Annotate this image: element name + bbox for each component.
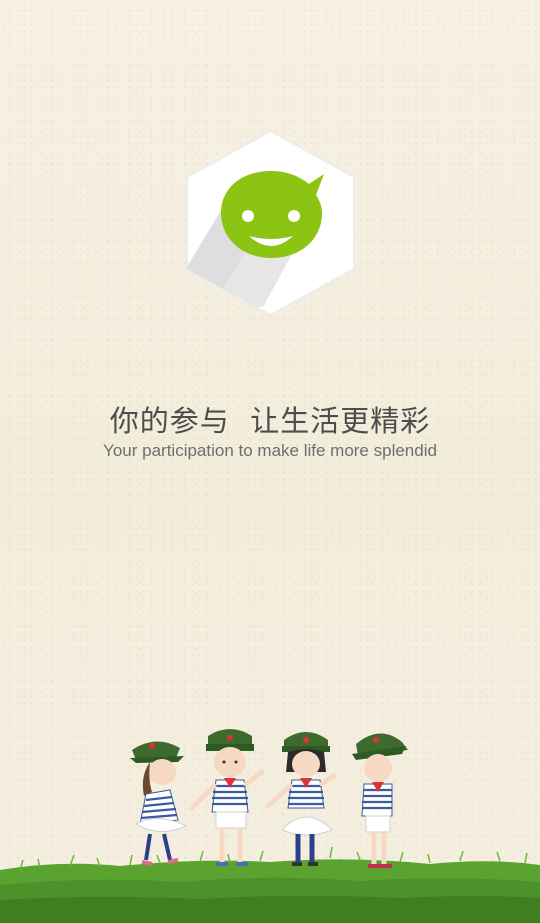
app-logo: [183, 127, 358, 319]
child-3-figure: [265, 732, 337, 866]
tagline-english: Your participation to make life more spl…: [103, 441, 437, 460]
tagline-chinese: 你的参与 让生活更精彩: [109, 404, 431, 438]
children-illustration: [0, 700, 540, 923]
child-4-figure: [352, 733, 408, 868]
child-1-figure: [130, 741, 188, 866]
splash-screen: 你的参与 让生活更精彩 Your participation to make l…: [0, 0, 540, 923]
smiley-chat-bubble-icon: [186, 130, 355, 316]
child-2-figure: [189, 729, 265, 866]
